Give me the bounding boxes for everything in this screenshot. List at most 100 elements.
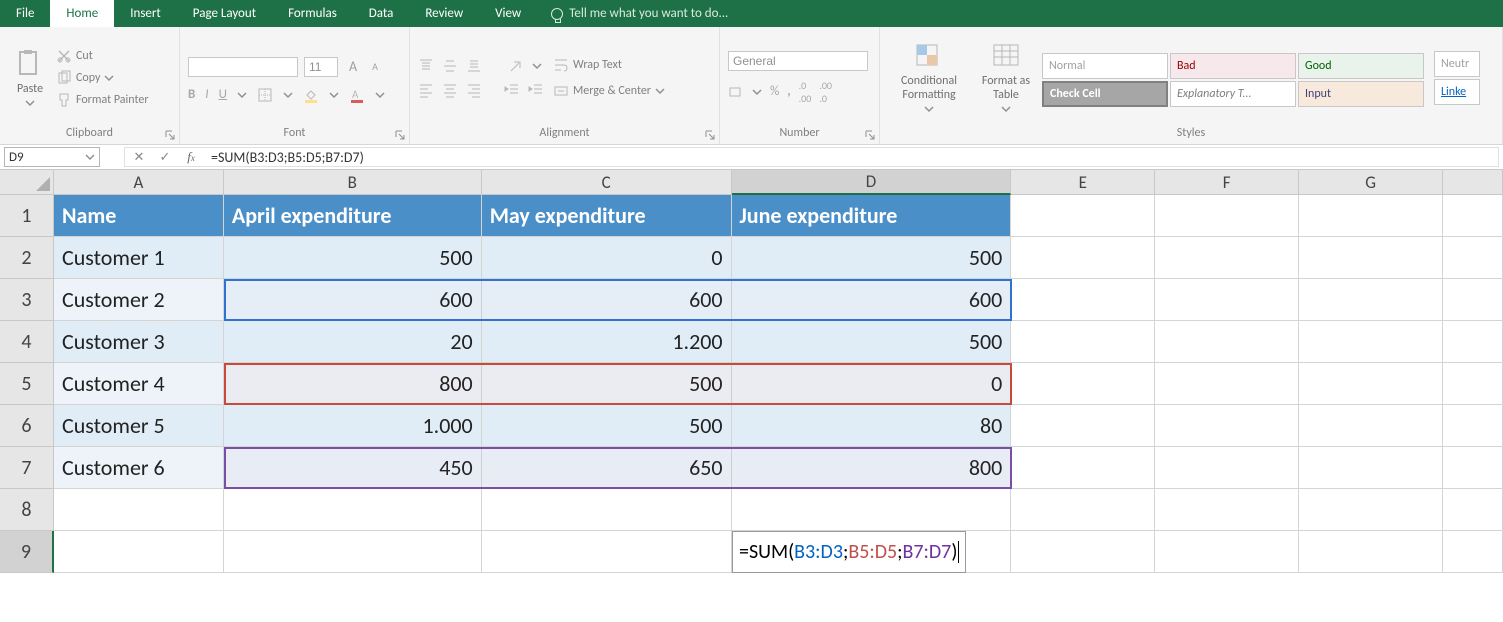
tab-review[interactable]: Review (409, 0, 479, 27)
increase-indent-icon[interactable] (528, 82, 544, 98)
row-header-5[interactable]: 5 (0, 363, 54, 405)
formula-input[interactable]: =SUM(B3:D3;B5:D5;B7:D7) (205, 147, 1499, 167)
row-header-2[interactable]: 2 (0, 237, 54, 279)
cell-D8[interactable] (732, 489, 1012, 531)
align-right-icon[interactable] (466, 82, 482, 98)
tab-view[interactable]: View (479, 0, 537, 27)
cell-H9[interactable] (1443, 531, 1503, 573)
cell-H4[interactable] (1443, 321, 1503, 363)
row-header-9[interactable]: 9 (0, 531, 54, 573)
comma-icon[interactable]: , (787, 84, 790, 99)
align-center-icon[interactable] (442, 82, 458, 98)
number-launcher-icon[interactable] (864, 129, 876, 141)
font-launcher-icon[interactable] (394, 129, 406, 141)
cell-D4[interactable]: 500 (732, 321, 1012, 363)
conditional-formatting-button[interactable]: Conditional Formatting (888, 41, 970, 113)
cell-F4[interactable] (1155, 321, 1299, 363)
cell-E3[interactable] (1011, 279, 1155, 321)
row-header-8[interactable]: 8 (0, 489, 54, 531)
style-input[interactable]: Input (1298, 81, 1424, 107)
cell-E2[interactable] (1011, 237, 1155, 279)
cell-A7[interactable]: Customer 6 (54, 447, 224, 489)
format-as-table-button[interactable]: Format as Table (970, 41, 1042, 113)
cell-G6[interactable] (1299, 405, 1443, 447)
cell-B3[interactable]: 600 (224, 279, 482, 321)
cell-C5[interactable]: 500 (482, 363, 732, 405)
cell-E8[interactable] (1011, 489, 1155, 531)
cell-D2[interactable]: 500 (732, 237, 1012, 279)
cell-C4[interactable]: 1.200 (482, 321, 732, 363)
cell-C3[interactable]: 600 (482, 279, 732, 321)
row-header-7[interactable]: 7 (0, 447, 54, 489)
borders-button[interactable] (257, 87, 273, 103)
editing-cell-D9[interactable]: =SUM(B3:D3;B5:D5;B7:D7) (732, 531, 966, 573)
cell-C8[interactable] (482, 489, 732, 531)
cell-H7[interactable] (1443, 447, 1503, 489)
cell-A4[interactable]: Customer 3 (54, 321, 224, 363)
col-header-extra[interactable] (1443, 170, 1503, 195)
cell-H6[interactable] (1443, 405, 1503, 447)
cell-G5[interactable] (1299, 363, 1443, 405)
row-header-1[interactable]: 1 (0, 195, 54, 237)
orientation-icon[interactable] (508, 58, 524, 74)
cell-A3[interactable]: Customer 2 (54, 279, 224, 321)
cell-D3[interactable]: 600 (732, 279, 1012, 321)
cell-F2[interactable] (1155, 237, 1299, 279)
col-header-C[interactable]: C (482, 170, 732, 195)
cell-C9[interactable] (482, 531, 732, 573)
tab-page-layout[interactable]: Page Layout (177, 0, 272, 27)
name-box[interactable]: D9 (4, 147, 100, 167)
row-header-6[interactable]: 6 (0, 405, 54, 447)
underline-button[interactable]: U (219, 87, 227, 102)
row-header-4[interactable]: 4 (0, 321, 54, 363)
tell-me-search[interactable]: Tell me what you want to do... (537, 0, 742, 27)
col-header-G[interactable]: G (1299, 170, 1443, 195)
align-left-icon[interactable] (418, 82, 434, 98)
alignment-launcher-icon[interactable] (704, 129, 716, 141)
percent-icon[interactable]: % (770, 84, 779, 99)
fx-icon[interactable]: fx (183, 149, 199, 165)
cell-H3[interactable] (1443, 279, 1503, 321)
cell-D7[interactable]: 800 (732, 447, 1012, 489)
fill-color-button[interactable] (303, 87, 319, 103)
tab-formulas[interactable]: Formulas (272, 0, 353, 27)
col-header-F[interactable]: F (1155, 170, 1299, 195)
col-header-B[interactable]: B (224, 170, 482, 195)
decrease-indent-icon[interactable] (504, 82, 520, 98)
font-color-button[interactable]: A (349, 87, 365, 103)
cell-A2[interactable]: Customer 1 (54, 237, 224, 279)
cell-G4[interactable] (1299, 321, 1443, 363)
cell-B6[interactable]: 1.000 (224, 405, 482, 447)
cell-H1[interactable] (1443, 195, 1503, 237)
style-normal[interactable]: Normal (1042, 53, 1168, 79)
style-good[interactable]: Good (1298, 53, 1424, 79)
cell-G3[interactable] (1299, 279, 1443, 321)
accounting-icon[interactable] (728, 84, 744, 100)
row-header-3[interactable]: 3 (0, 279, 54, 321)
merge-center-button[interactable]: Merge & Center (553, 81, 665, 101)
cell-C1[interactable]: May expenditure (482, 195, 732, 237)
align-middle-icon[interactable] (442, 58, 458, 74)
cell-H2[interactable] (1443, 237, 1503, 279)
cell-E4[interactable] (1011, 321, 1155, 363)
tab-data[interactable]: Data (353, 0, 410, 27)
cell-F5[interactable] (1155, 363, 1299, 405)
cell-F7[interactable] (1155, 447, 1299, 489)
italic-button[interactable]: I (205, 87, 208, 102)
cell-C2[interactable]: 0 (482, 237, 732, 279)
tab-file[interactable]: File (0, 0, 50, 27)
number-format-input[interactable] (728, 51, 868, 71)
cell-G1[interactable] (1299, 195, 1443, 237)
cell-H5[interactable] (1443, 363, 1503, 405)
cell-F3[interactable] (1155, 279, 1299, 321)
format-painter-button[interactable]: Format Painter (56, 90, 149, 110)
cell-G2[interactable] (1299, 237, 1443, 279)
align-top-icon[interactable] (418, 58, 434, 74)
grid[interactable]: A B C D E F G 1 Name April expenditure M… (0, 170, 1503, 573)
cell-B1[interactable]: April expenditure (224, 195, 482, 237)
cell-D5[interactable]: 0 (732, 363, 1012, 405)
cell-E7[interactable] (1011, 447, 1155, 489)
cell-B8[interactable] (224, 489, 482, 531)
style-check-cell[interactable]: Check Cell (1042, 81, 1168, 107)
font-name-input[interactable] (188, 57, 298, 77)
